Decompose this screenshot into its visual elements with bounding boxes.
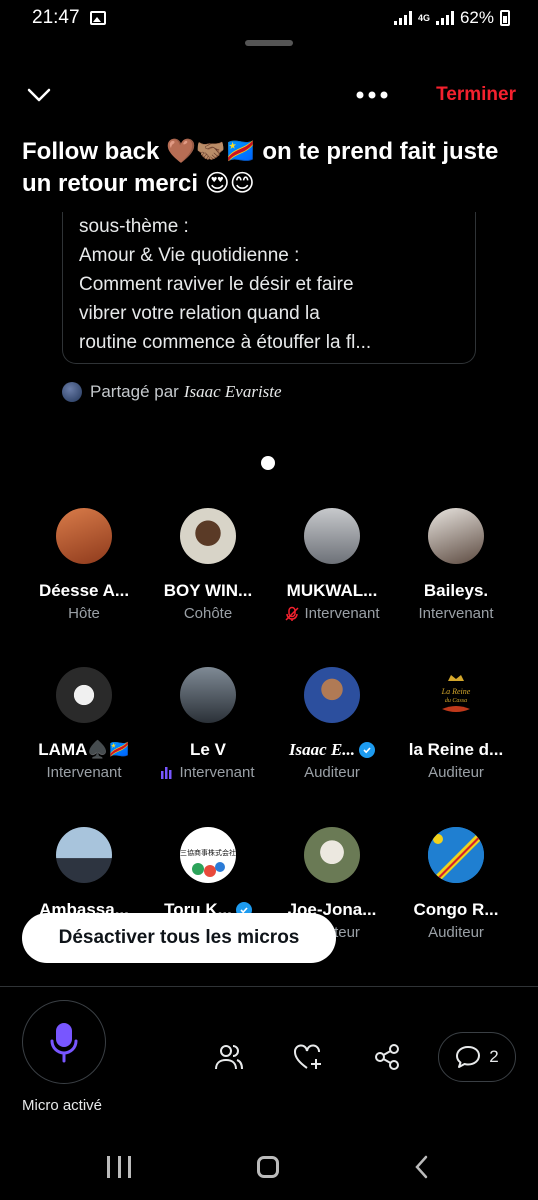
share-button[interactable] bbox=[370, 1040, 404, 1074]
participant[interactable]: MUKWAL... Intervenant bbox=[270, 508, 394, 624]
description-line: vibrer votre relation quand la bbox=[79, 303, 320, 324]
participant-name: Déesse A... bbox=[38, 581, 130, 600]
participants-button[interactable] bbox=[212, 1040, 246, 1074]
participant-role-text: Intervenant bbox=[179, 764, 255, 781]
sheet-drag-handle[interactable] bbox=[245, 40, 293, 46]
share-icon bbox=[375, 1044, 399, 1070]
participant-name: BOY WIN... bbox=[163, 581, 253, 600]
participant[interactable]: LAMA♠️🇨🇩 Intervenant bbox=[22, 667, 146, 783]
participant-name: Le V bbox=[190, 740, 226, 759]
avatar bbox=[428, 827, 484, 883]
participant-role: Cohôte bbox=[183, 605, 233, 622]
avatar: La Reine du Cassa bbox=[428, 667, 484, 723]
participant-name: la Reine d... bbox=[408, 740, 504, 759]
status-bar: 21:47 4G 62% bbox=[0, 0, 538, 36]
chat-button[interactable]: 2 bbox=[438, 1032, 516, 1082]
participant-role: Auditeur bbox=[428, 764, 484, 781]
participant-role: Intervenant bbox=[46, 764, 122, 781]
avatar bbox=[56, 827, 112, 883]
mic-muted-icon bbox=[285, 606, 299, 621]
svg-text:du Cassa: du Cassa bbox=[445, 698, 467, 704]
chevron-down-icon[interactable] bbox=[26, 82, 52, 108]
toru-logo: 三協商事株式会社 bbox=[180, 848, 236, 877]
image-notification-icon bbox=[89, 11, 106, 25]
participant[interactable]: Congo R... Auditeur bbox=[394, 827, 518, 943]
participant-role: Intervenant bbox=[146, 763, 270, 783]
participant[interactable]: Le V Intervenant bbox=[146, 667, 270, 783]
space-description-card[interactable]: sous-thème : Amour & Vie quotidienne : C… bbox=[62, 212, 476, 364]
avatar bbox=[304, 667, 360, 723]
description-line: routine commence à étouffer la fl... bbox=[79, 332, 372, 353]
mic-icon bbox=[50, 1023, 78, 1063]
participant-role-text: Intervenant bbox=[304, 605, 380, 622]
participant-name: Congo R... bbox=[413, 900, 499, 919]
chat-count: 2 bbox=[489, 1047, 499, 1066]
avatar bbox=[304, 508, 360, 564]
heart-plus-icon bbox=[294, 1044, 321, 1069]
status-time: 21:47 bbox=[32, 7, 80, 28]
participant-name: Isaac E... bbox=[270, 739, 394, 761]
network-type: 4G bbox=[417, 13, 430, 23]
avatar bbox=[56, 508, 112, 564]
end-space-button[interactable]: Terminer bbox=[436, 84, 516, 106]
participant-name: LAMA♠️🇨🇩 bbox=[38, 740, 130, 759]
sharer-name: Isaac Evariste bbox=[183, 382, 282, 401]
participant-role: Intervenant bbox=[418, 605, 494, 622]
description-line: Amour & Vie quotidienne : bbox=[79, 245, 300, 266]
home-icon[interactable] bbox=[257, 1156, 279, 1178]
sharer-avatar bbox=[62, 382, 82, 402]
avatar bbox=[304, 827, 360, 883]
participant[interactable]: Isaac E... Auditeur bbox=[270, 667, 394, 783]
back-icon[interactable] bbox=[412, 1154, 432, 1180]
description-line: Comment raviver le désir et faire bbox=[79, 274, 354, 295]
recents-icon[interactable] bbox=[107, 1156, 131, 1178]
description-line: sous-thème : bbox=[79, 216, 189, 237]
signal-icon bbox=[393, 11, 412, 25]
participant-name-text: Isaac E... bbox=[288, 740, 356, 759]
participant-role: Auditeur bbox=[428, 924, 484, 941]
mute-all-button[interactable]: Désactiver tous les micros bbox=[22, 913, 336, 963]
mic-status-label: Micro activé bbox=[22, 1097, 103, 1114]
divider bbox=[0, 986, 538, 987]
system-nav-bar bbox=[0, 1140, 538, 1200]
space-title: Follow back 🤎🤝🏽🇨🇩 on te prend fait juste… bbox=[22, 138, 499, 197]
mic-toggle-button[interactable] bbox=[22, 1000, 106, 1084]
battery-icon bbox=[500, 10, 510, 26]
react-button[interactable] bbox=[291, 1040, 325, 1074]
avatar bbox=[428, 508, 484, 564]
verified-badge-icon bbox=[359, 742, 376, 758]
participant-name: MUKWAL... bbox=[286, 581, 378, 600]
participant-role: Auditeur bbox=[304, 764, 360, 781]
svg-text:La Reine: La Reine bbox=[441, 687, 471, 696]
participant-name: Baileys. bbox=[423, 581, 489, 600]
avatar bbox=[180, 667, 236, 723]
participant[interactable]: La Reine du Cassa la Reine d... Auditeur bbox=[394, 667, 518, 783]
space-top-bar: Terminer bbox=[0, 76, 538, 116]
avatar bbox=[56, 667, 112, 723]
participant[interactable]: BOY WIN... Cohôte bbox=[146, 508, 270, 624]
avatar: 三協商事株式会社 bbox=[180, 827, 236, 883]
reine-du-cassa-logo: La Reine du Cassa bbox=[441, 675, 471, 712]
more-icon[interactable] bbox=[354, 82, 390, 108]
participant[interactable]: Déesse A... Hôte bbox=[22, 508, 146, 624]
shared-by[interactable]: Partagé par Isaac Evariste bbox=[62, 382, 282, 402]
participant-role: Hôte bbox=[68, 605, 100, 622]
participant[interactable]: Baileys. Intervenant bbox=[394, 508, 518, 624]
signal-icon-2 bbox=[435, 11, 454, 25]
shared-prefix: Partagé par bbox=[90, 382, 179, 401]
svg-text:三協商事株式会社: 三協商事株式会社 bbox=[180, 848, 236, 857]
battery-percent: 62% bbox=[459, 8, 494, 27]
chat-icon bbox=[456, 1046, 481, 1068]
speaking-indicator-icon bbox=[161, 767, 172, 779]
people-icon bbox=[215, 1045, 243, 1070]
participant-role: Intervenant bbox=[270, 604, 394, 624]
avatar bbox=[180, 508, 236, 564]
page-indicator-dot bbox=[261, 456, 275, 470]
congo-flag-avatar bbox=[428, 827, 484, 883]
